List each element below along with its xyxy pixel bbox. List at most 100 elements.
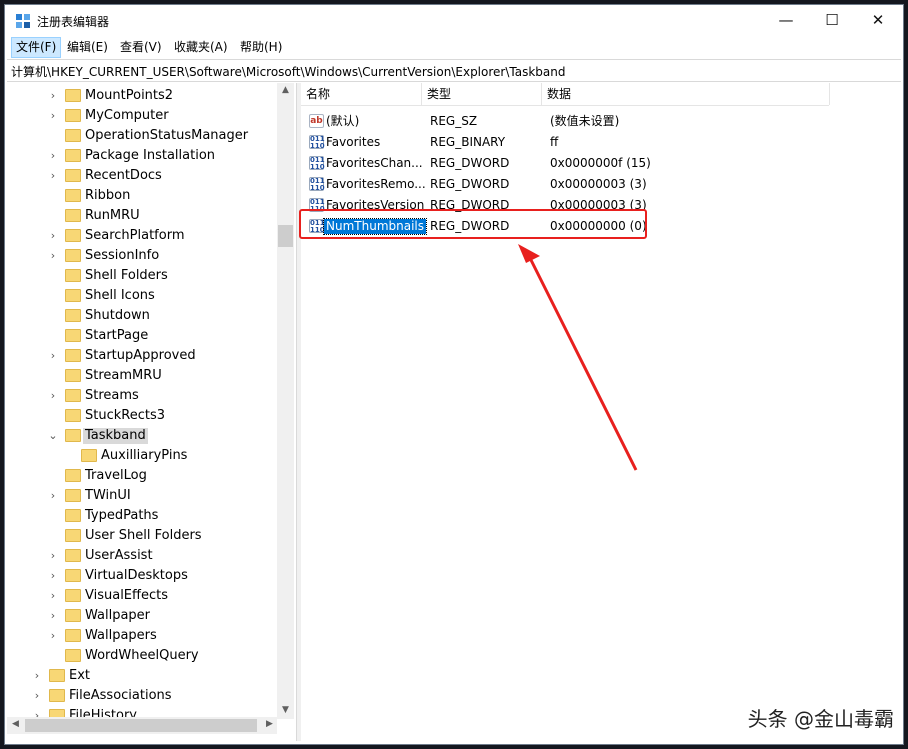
tree-item-label[interactable]: Package Installation [83, 148, 217, 164]
tree-item-label[interactable]: Taskband [83, 428, 148, 444]
tree-item-label[interactable]: WordWheelQuery [83, 648, 201, 664]
tree-item[interactable]: › Package Installation [7, 146, 277, 166]
tree-item-label[interactable]: SearchPlatform [83, 228, 187, 244]
chevron-right-icon[interactable] [47, 308, 59, 324]
tree-item[interactable]: › SearchPlatform [7, 226, 277, 246]
tree-item[interactable]: WordWheelQuery [7, 646, 277, 666]
minimize-button[interactable]: — [763, 5, 809, 35]
tree-item-label[interactable]: UserAssist [83, 548, 155, 564]
chevron-right-icon[interactable] [47, 528, 59, 544]
chevron-right-icon[interactable] [47, 328, 59, 344]
tree-item[interactable]: StartPage [7, 326, 277, 346]
chevron-right-icon[interactable]: › [47, 388, 59, 404]
chevron-right-icon[interactable] [47, 468, 59, 484]
chevron-right-icon[interactable] [47, 128, 59, 144]
tree-item-label[interactable]: OperationStatusManager [83, 128, 250, 144]
column-data-header[interactable]: 数据 [542, 83, 830, 105]
tree-item-label[interactable]: Ext [67, 668, 92, 684]
tree-item-label[interactable]: Shutdown [83, 308, 152, 324]
tree-item[interactable]: › MountPoints2 [7, 86, 277, 106]
chevron-right-icon[interactable]: › [31, 688, 43, 704]
chevron-right-icon[interactable]: › [47, 488, 59, 504]
tree-item[interactable]: › VisualEffects [7, 586, 277, 606]
chevron-right-icon[interactable]: › [47, 248, 59, 264]
chevron-right-icon[interactable]: › [47, 608, 59, 624]
scroll-down-icon[interactable]: ▼ [277, 705, 294, 715]
tree-item-label[interactable]: MyComputer [83, 108, 171, 124]
tree-scroll-thumb[interactable] [278, 225, 293, 247]
value-row[interactable]: 011 110 FavoritesChan... REG_DWORD 0x0000000… [301, 153, 901, 174]
chevron-right-icon[interactable]: › [47, 568, 59, 584]
chevron-right-icon[interactable]: › [47, 228, 59, 244]
tree-item[interactable]: › RecentDocs [7, 166, 277, 186]
chevron-right-icon[interactable]: › [47, 348, 59, 364]
value-row[interactable]: 011 110 FavoritesRemo... REG_DWORD 0x0000000… [301, 174, 901, 195]
tree-item-label[interactable]: StreamMRU [83, 368, 164, 384]
tree-item-label[interactable]: Ribbon [83, 188, 132, 204]
tree-item-label[interactable]: FileAssociations [67, 688, 174, 704]
column-type-header[interactable]: 类型 [422, 83, 542, 105]
tree-item-label[interactable]: TypedPaths [83, 508, 160, 524]
chevron-right-icon[interactable] [47, 268, 59, 284]
tree-item-label[interactable]: TWinUI [83, 488, 133, 504]
chevron-right-icon[interactable] [47, 208, 59, 224]
tree-item[interactable]: TravelLog [7, 466, 277, 486]
tree-item-label[interactable]: StuckRects3 [83, 408, 167, 424]
tree-item-label[interactable]: User Shell Folders [83, 528, 204, 544]
tree-item[interactable]: › TWinUI [7, 486, 277, 506]
chevron-right-icon[interactable]: › [47, 168, 59, 184]
value-row[interactable]: 011 110 Favorites REG_BINARY ff [301, 132, 901, 153]
chevron-right-icon[interactable]: › [47, 588, 59, 604]
tree-item-label[interactable]: Wallpapers [83, 628, 159, 644]
tree-item-label[interactable]: StartupApproved [83, 348, 198, 364]
tree-item-label[interactable]: RunMRU [83, 208, 142, 224]
tree-item[interactable]: › Streams [7, 386, 277, 406]
menu-favorites[interactable]: 收藏夹(A) [170, 37, 232, 58]
tree-item-label[interactable]: VisualEffects [83, 588, 170, 604]
chevron-right-icon[interactable] [47, 648, 59, 664]
tree-item-label[interactable]: StartPage [83, 328, 150, 344]
chevron-right-icon[interactable]: › [31, 668, 43, 684]
menu-file[interactable]: 文件(F) [11, 37, 62, 58]
tree-item[interactable]: StuckRects3 [7, 406, 277, 426]
tree-item[interactable]: Shutdown [7, 306, 277, 326]
chevron-right-icon[interactable]: › [47, 108, 59, 124]
tree-item[interactable]: › VirtualDesktops [7, 566, 277, 586]
chevron-right-icon[interactable] [47, 368, 59, 384]
tree-hscroll-thumb[interactable] [25, 719, 257, 732]
tree-item[interactable]: StreamMRU [7, 366, 277, 386]
tree-item-label[interactable]: AuxilliaryPins [99, 448, 189, 464]
scroll-up-icon[interactable]: ▲ [277, 85, 294, 95]
tree-item[interactable]: AuxilliaryPins [7, 446, 277, 466]
tree-item-label[interactable]: Streams [83, 388, 141, 404]
address-path[interactable]: 计算机\HKEY_CURRENT_USER\Software\Microsoft… [11, 63, 565, 80]
tree-item-label[interactable]: Shell Icons [83, 288, 157, 304]
tree-item[interactable]: › MyComputer [7, 106, 277, 126]
tree-item[interactable]: OperationStatusManager [7, 126, 277, 146]
tree-item-label[interactable]: Shell Folders [83, 268, 170, 284]
chevron-right-icon[interactable] [47, 288, 59, 304]
tree-item-label[interactable]: TravelLog [83, 468, 149, 484]
tree-item[interactable]: › UserAssist [7, 546, 277, 566]
tree-item[interactable]: › Ext [7, 666, 277, 686]
tree-item[interactable]: › Wallpaper [7, 606, 277, 626]
column-name-header[interactable]: 名称 [301, 83, 422, 105]
scroll-right-icon[interactable]: ▶ [261, 719, 278, 729]
chevron-right-icon[interactable] [63, 448, 75, 464]
tree-item-label[interactable]: RecentDocs [83, 168, 164, 184]
scroll-left-icon[interactable]: ◀ [7, 719, 24, 729]
tree-item[interactable]: User Shell Folders [7, 526, 277, 546]
maximize-button[interactable]: ☐ [809, 5, 855, 35]
menu-view[interactable]: 查看(V) [116, 37, 166, 58]
close-button[interactable]: ✕ [855, 5, 901, 35]
tree-item[interactable]: Shell Icons [7, 286, 277, 306]
tree-item[interactable]: TypedPaths [7, 506, 277, 526]
value-row[interactable]: ab (默认) REG_SZ (数值未设置) [301, 111, 901, 132]
tree-item[interactable]: Ribbon [7, 186, 277, 206]
address-bar[interactable]: 计算机\HKEY_CURRENT_USER\Software\Microsoft… [7, 59, 901, 82]
chevron-right-icon[interactable]: › [47, 148, 59, 164]
tree-item[interactable]: › FileAssociations [7, 686, 277, 706]
menu-help[interactable]: 帮助(H) [236, 37, 286, 58]
tree-item-label[interactable]: VirtualDesktops [83, 568, 190, 584]
tree-item-label[interactable]: Wallpaper [83, 608, 152, 624]
